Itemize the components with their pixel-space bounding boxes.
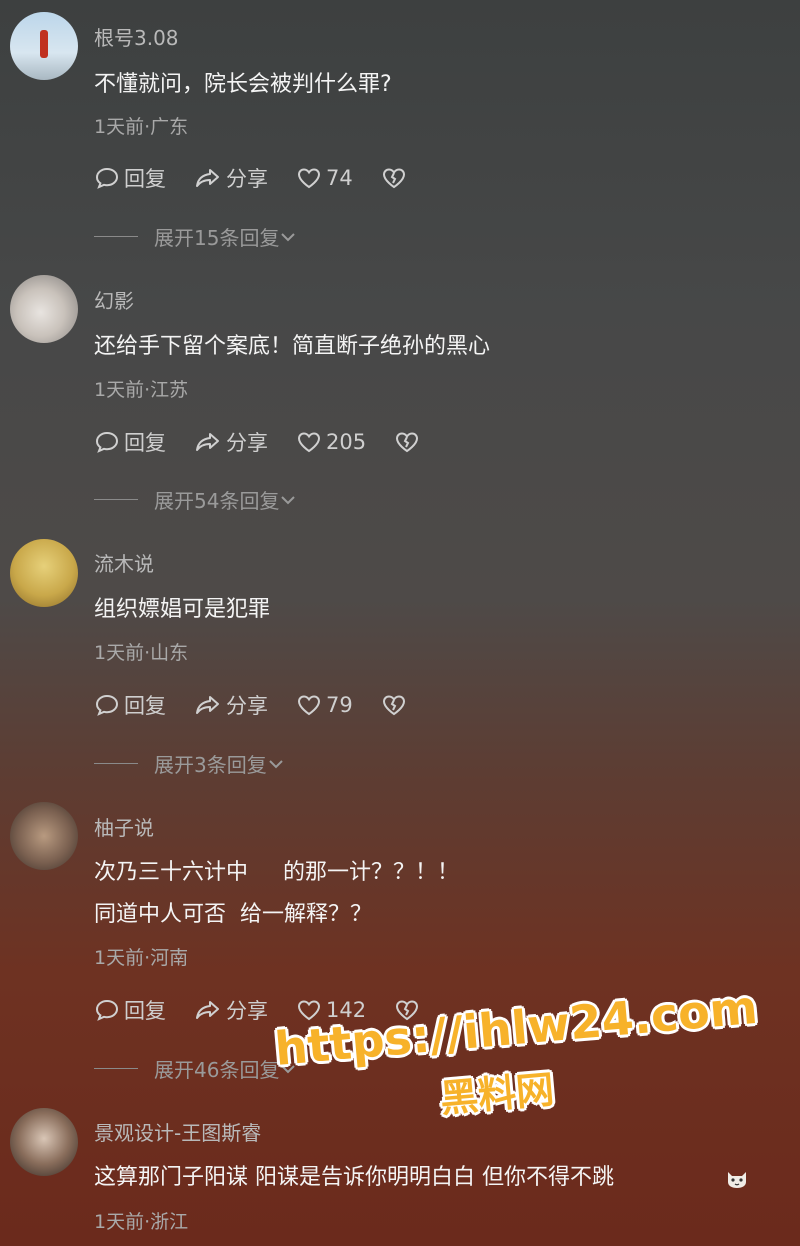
broken-heart-icon <box>396 432 419 453</box>
like-button[interactable]: 74 <box>296 166 353 190</box>
dislike-button[interactable] <box>394 430 424 454</box>
comment-text: 同道中人可否 给一解释？？ <box>94 902 372 927</box>
share-label: 分享 <box>226 999 268 1023</box>
username[interactable]: 柚子说 <box>94 812 154 841</box>
share-arrow-icon <box>196 696 219 714</box>
like-button[interactable]: 79 <box>296 693 353 717</box>
comment-text: 还给手下留个案底！简直断子绝孙的黑心 <box>94 334 491 359</box>
divider <box>94 763 138 764</box>
share-button[interactable]: 分享 <box>194 690 268 720</box>
action-bar: 回复 分享 205 <box>94 427 452 457</box>
reply-button[interactable]: 回复 <box>94 995 166 1025</box>
expand-replies[interactable]: 展开15条回复 <box>94 222 297 251</box>
comment-meta: 1天前·河南 <box>94 947 189 969</box>
expand-label: 展开15条回复 <box>154 226 280 250</box>
like-count: 74 <box>326 166 353 190</box>
action-bar: 回复 分享 74 <box>94 163 439 193</box>
share-button[interactable]: 分享 <box>194 427 268 457</box>
broken-heart-icon <box>382 695 405 716</box>
expand-label: 展开3条回复 <box>154 753 267 777</box>
cat-emoji-icon <box>728 1172 746 1188</box>
username[interactable]: 景观设计-王图斯睿 <box>94 1117 261 1146</box>
divider <box>94 499 138 500</box>
dislike-button[interactable] <box>381 166 411 190</box>
heart-icon <box>297 168 321 189</box>
avatar[interactable] <box>10 539 78 607</box>
reply-label: 回复 <box>124 431 166 455</box>
expand-replies[interactable]: 展开3条回复 <box>94 749 285 778</box>
share-arrow-icon <box>196 433 219 451</box>
share-button[interactable]: 分享 <box>194 163 268 193</box>
reply-button[interactable]: 回复 <box>94 163 166 193</box>
avatar[interactable] <box>10 275 78 343</box>
comment-bubble-icon <box>95 167 119 189</box>
divider <box>94 236 138 237</box>
share-button[interactable]: 分享 <box>194 995 268 1025</box>
comment-text: 不懂就问，院长会被判什么罪? <box>94 72 392 97</box>
chevron-down-icon <box>281 495 296 504</box>
like-count: 79 <box>326 693 353 717</box>
username[interactable]: 根号3.08 <box>94 22 179 51</box>
username[interactable]: 幻影 <box>94 285 134 314</box>
comment-meta: 1天前·广东 <box>94 116 189 138</box>
divider <box>94 1068 138 1069</box>
comment-text: 次乃三十六计中 的那一计？？！！ <box>94 860 459 885</box>
broken-heart-icon <box>382 168 405 189</box>
expand-replies[interactable]: 展开46条回复 <box>94 1054 297 1083</box>
watermark-name: 黑料网 <box>438 1067 556 1121</box>
username[interactable]: 流木说 <box>94 548 154 577</box>
heart-icon <box>297 695 321 716</box>
comment-bubble-icon <box>95 999 119 1021</box>
comment-meta: 1天前·山东 <box>94 642 189 664</box>
share-arrow-icon <box>196 1001 219 1019</box>
expand-label: 展开46条回复 <box>154 1058 280 1082</box>
comment-bubble-icon <box>95 431 119 453</box>
heart-icon <box>297 432 321 453</box>
avatar[interactable] <box>10 1108 78 1176</box>
comment-meta: 1天前·浙江 <box>94 1211 189 1233</box>
chevron-down-icon <box>281 232 296 241</box>
comment-text: 这算那门子阳谋 阳谋是告诉你明明白白 但你不得不跳 <box>94 1165 614 1190</box>
reply-button[interactable]: 回复 <box>94 427 166 457</box>
share-arrow-icon <box>196 169 219 187</box>
share-label: 分享 <box>226 694 268 718</box>
expand-replies[interactable]: 展开54条回复 <box>94 485 297 514</box>
expand-label: 展开54条回复 <box>154 489 280 513</box>
avatar[interactable] <box>10 12 78 80</box>
comment-bubble-icon <box>95 694 119 716</box>
comment-meta: 1天前·江苏 <box>94 379 189 401</box>
action-bar: 回复 分享 79 <box>94 690 439 720</box>
dislike-button[interactable] <box>381 693 411 717</box>
reply-label: 回复 <box>124 167 166 191</box>
avatar[interactable] <box>10 802 78 870</box>
reply-label: 回复 <box>124 694 166 718</box>
reply-label: 回复 <box>124 999 166 1023</box>
chevron-down-icon <box>269 759 283 768</box>
comment-text: 组织嫖娼可是犯罪 <box>94 597 271 622</box>
like-count: 205 <box>326 430 367 454</box>
share-label: 分享 <box>226 431 268 455</box>
reply-button[interactable]: 回复 <box>94 690 166 720</box>
share-label: 分享 <box>226 167 268 191</box>
like-button[interactable]: 205 <box>296 430 366 454</box>
